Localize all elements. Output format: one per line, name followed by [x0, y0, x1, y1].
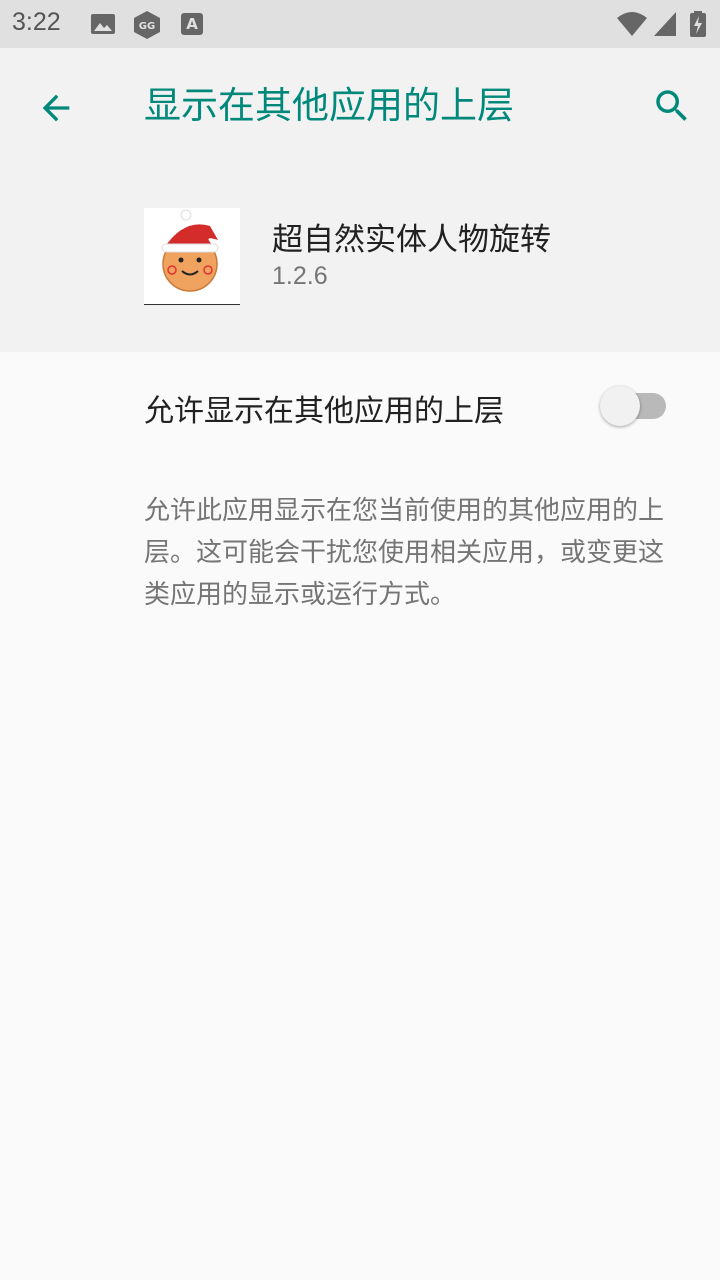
status-bar: 3:22 GG A: [0, 0, 720, 48]
accessibility-a-icon: A: [180, 10, 206, 38]
back-button[interactable]: [28, 82, 84, 138]
search-icon: [651, 85, 693, 131]
page-title: 显示在其他应用的上层: [144, 84, 514, 127]
permission-setting-row[interactable]: 允许显示在其他应用的上层: [0, 352, 720, 460]
game-guardian-icon: GG: [132, 10, 162, 39]
app-version: 1.2.6: [272, 262, 328, 290]
app-name: 超自然实体人物旋转: [272, 222, 551, 258]
app-header: 显示在其他应用的上层 超自然实体人物旋转 1.2.6: [0, 48, 720, 352]
permission-description: 允许此应用显示在您当前使用的其他应用的上层。这可能会干扰您使用相关应用，或变更这…: [144, 496, 665, 610]
arrow-back-icon: [36, 88, 76, 132]
svg-text:GG: GG: [139, 21, 155, 32]
search-button[interactable]: [644, 80, 700, 136]
svg-text:A: A: [186, 15, 198, 33]
status-time: 3:22: [12, 8, 61, 36]
wifi-icon: [616, 10, 648, 38]
battery-charging-icon: [688, 10, 708, 38]
cell-signal-icon: [652, 10, 678, 38]
permission-toggle-switch[interactable]: [600, 386, 668, 426]
image-icon: [90, 10, 116, 38]
switch-thumb: [600, 386, 640, 426]
santa-hat-emoji-icon: [161, 209, 219, 292]
app-icon: [144, 208, 240, 305]
permission-setting-label: 允许显示在其他应用的上层: [144, 394, 504, 429]
